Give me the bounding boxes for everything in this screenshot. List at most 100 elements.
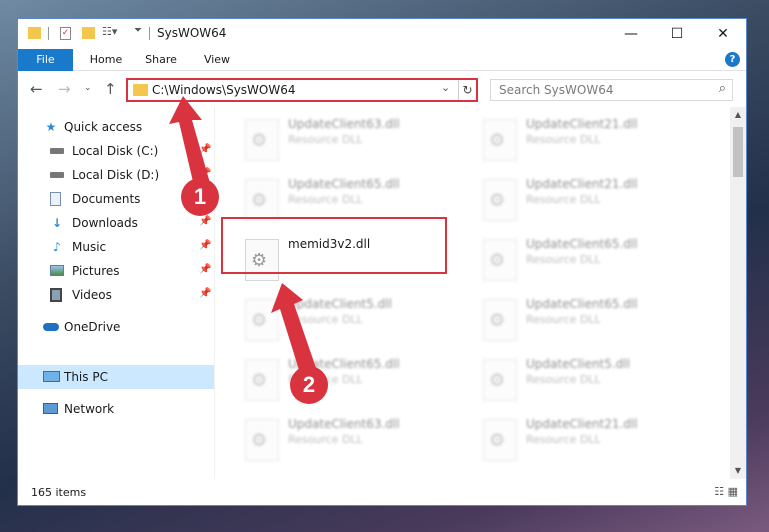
- sidebar-item-label: This PC: [64, 370, 108, 384]
- file-type: Resource DLL: [526, 313, 601, 326]
- gear-icon: ⚙: [251, 370, 268, 391]
- sidebar-item-label: Local Disk (C:): [72, 144, 159, 158]
- file-type: Resource DLL: [288, 433, 363, 446]
- navigation-bar: ← → ⌄ ↑ C:\Windows\SysWOW64 ⌄ ↻ Search S…: [18, 71, 746, 107]
- search-input[interactable]: Search SysWOW64 ⌕: [490, 79, 733, 101]
- minimize-button[interactable]: —: [608, 19, 654, 49]
- file-item[interactable]: ⚙ UpdateClient21.dll Resource DLL: [477, 415, 707, 471]
- refresh-icon[interactable]: ↻: [458, 80, 476, 100]
- file-item[interactable]: ⚙ UpdateClient63.dll Resource DLL: [239, 115, 469, 171]
- sidebar-item-label: Pictures: [72, 264, 120, 278]
- pin-icon[interactable]: 📌: [199, 216, 211, 227]
- forward-arrow-icon[interactable]: →: [58, 80, 71, 98]
- sidebar-item-label: Music: [72, 240, 107, 254]
- item-count: 165 items: [31, 486, 87, 499]
- folder-icon: [28, 27, 41, 39]
- file-name: UpdateClient21.dll: [526, 417, 638, 431]
- file-item[interactable]: ⚙ UpdateClient65.dll Resource DLL: [239, 355, 469, 411]
- dll-file-icon: ⚙: [245, 359, 279, 401]
- file-name: UpdateClient65.dll: [526, 297, 638, 311]
- gear-icon: ⚙: [251, 430, 268, 451]
- sidebar-item-downloads[interactable]: ↓ Downloads 📌: [18, 211, 214, 235]
- file-item[interactable]: ⚙ UpdateClient65.dll Resource DLL: [477, 295, 707, 351]
- file-name: UpdateClient21.dll: [526, 177, 638, 191]
- gear-icon: ⚙: [489, 310, 506, 331]
- sidebar-item-network[interactable]: Network: [18, 397, 214, 421]
- dll-file-icon: ⚙: [483, 419, 517, 461]
- gear-icon: ⚙: [489, 430, 506, 451]
- sidebar-item-label: Network: [64, 402, 115, 416]
- sidebar-item-this-pc[interactable]: This PC: [18, 365, 214, 389]
- customize-toolbar-icon[interactable]: ☷▾: [102, 25, 117, 38]
- help-icon[interactable]: ?: [725, 52, 740, 67]
- file-type: Resource DLL: [288, 133, 363, 146]
- search-icon: ⌕: [718, 81, 726, 96]
- gear-icon: ⚙: [251, 310, 268, 331]
- sidebar-item-music[interactable]: ♪ Music 📌: [18, 235, 214, 259]
- file-item[interactable]: ⚙ UpdateClient5.dll Resource DLL: [239, 295, 469, 351]
- dll-file-icon: ⚙: [245, 119, 279, 161]
- folder-icon: [133, 84, 148, 96]
- sidebar-item-label: Videos: [72, 288, 112, 302]
- status-bar: 165 items ☷ ▦: [18, 479, 746, 505]
- star-icon: ★: [45, 120, 57, 134]
- sidebar-item-label: Quick access: [64, 120, 143, 134]
- back-arrow-icon[interactable]: ←: [30, 80, 43, 98]
- sidebar-item-local-disk-c[interactable]: Local Disk (C:) 📌: [18, 139, 214, 163]
- file-item[interactable]: ⚙ UpdateClient21.dll Resource DLL: [477, 115, 707, 171]
- file-name: UpdateClient21.dll: [526, 117, 638, 131]
- file-name: UpdateClient63.dll: [288, 417, 400, 431]
- sidebar-item-pictures[interactable]: Pictures 📌: [18, 259, 214, 283]
- file-item[interactable]: ⚙ UpdateClient63.dll Resource DLL: [239, 415, 469, 471]
- properties-icon[interactable]: ✓: [60, 27, 71, 40]
- pin-icon[interactable]: 📌: [199, 144, 211, 155]
- gear-icon: ⚙: [489, 130, 506, 151]
- drive-icon: [50, 148, 64, 154]
- drive-icon: [50, 172, 64, 178]
- tab-home[interactable]: Home: [80, 49, 132, 71]
- chevron-down-icon[interactable]: ⌄: [441, 81, 450, 94]
- chevron-down-icon[interactable]: ⏷: [134, 25, 142, 36]
- tab-view[interactable]: View: [192, 49, 242, 71]
- step1-badge: 1: [181, 178, 219, 216]
- sidebar-item-onedrive[interactable]: OneDrive: [18, 315, 214, 339]
- address-bar[interactable]: C:\Windows\SysWOW64 ⌄ ↻: [126, 78, 478, 102]
- scroll-up-icon[interactable]: ▲: [730, 107, 746, 123]
- file-list: ⚙ UpdateClient63.dll Resource DLL ⚙ Upda…: [215, 107, 730, 479]
- gear-icon: ⚙: [489, 190, 506, 211]
- view-toggle-icons[interactable]: ☷ ▦: [714, 485, 738, 498]
- dll-file-icon: ⚙: [245, 299, 279, 341]
- new-folder-icon[interactable]: [82, 27, 95, 39]
- dll-file-icon: ⚙: [483, 299, 517, 341]
- dll-file-icon: ⚙: [483, 239, 517, 281]
- navigation-pane: ★ Quick access Local Disk (C:) 📌 Local D…: [18, 107, 214, 479]
- file-item[interactable]: ⚙ UpdateClient21.dll Resource DLL: [477, 175, 707, 231]
- vertical-scrollbar[interactable]: ▲ ▼: [730, 107, 746, 479]
- file-item[interactable]: ⚙ UpdateClient5.dll Resource DLL: [477, 355, 707, 411]
- title-bar: ✓ ☷▾ ⏷ SysWOW64 — ☐ ✕: [18, 19, 746, 49]
- tab-file[interactable]: File: [18, 49, 73, 71]
- file-name: UpdateClient5.dll: [288, 297, 392, 311]
- pin-icon[interactable]: 📌: [199, 264, 211, 275]
- close-button[interactable]: ✕: [700, 19, 746, 49]
- file-type: Resource DLL: [526, 433, 601, 446]
- address-path[interactable]: C:\Windows\SysWOW64: [152, 82, 296, 99]
- maximize-button[interactable]: ☐: [654, 19, 700, 49]
- gear-icon: ⚙: [251, 130, 268, 151]
- computer-icon: [43, 371, 60, 382]
- scroll-down-icon[interactable]: ▼: [730, 463, 746, 479]
- music-icon: ♪: [53, 240, 61, 254]
- pin-icon[interactable]: 📌: [199, 240, 211, 251]
- gear-icon: ⚙: [489, 250, 506, 271]
- file-name: UpdateClient65.dll: [288, 177, 400, 191]
- window-title: SysWOW64: [157, 26, 227, 40]
- sidebar-item-quick-access[interactable]: ★ Quick access: [18, 115, 214, 139]
- sidebar-item-videos[interactable]: Videos 📌: [18, 283, 214, 307]
- up-arrow-icon[interactable]: ↑: [104, 80, 117, 98]
- pin-icon[interactable]: 📌: [199, 288, 211, 299]
- sidebar-item-local-disk-d[interactable]: Local Disk (D:) 📌: [18, 163, 214, 187]
- tab-share[interactable]: Share: [136, 49, 186, 71]
- recent-locations-icon[interactable]: ⌄: [84, 83, 92, 93]
- file-item[interactable]: ⚙ UpdateClient65.dll Resource DLL: [477, 235, 707, 291]
- scrollbar-thumb[interactable]: [733, 127, 743, 177]
